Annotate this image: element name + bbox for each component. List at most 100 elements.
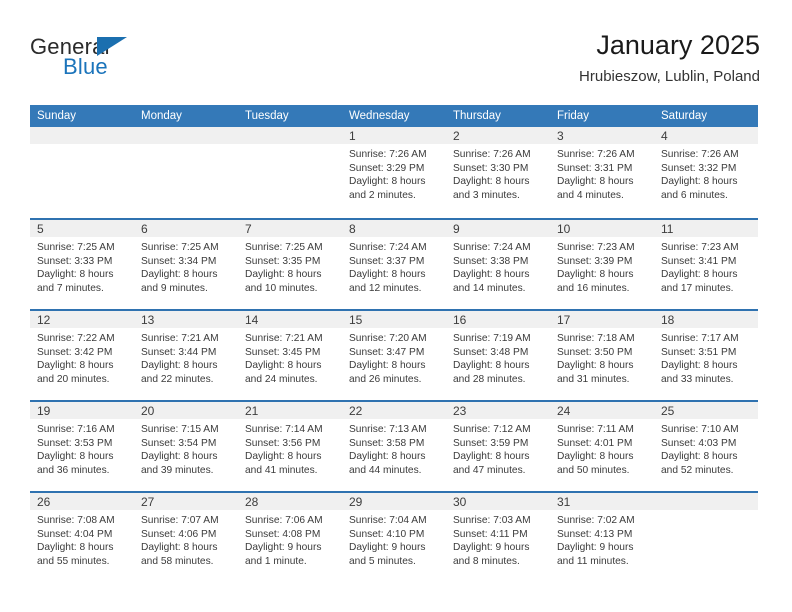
day-detail-line: and 44 minutes. bbox=[349, 464, 422, 476]
calendar-day-cell[interactable]: 5 Sunrise: 7:25 AM Sunset: 3:33 PM Daylight… bbox=[30, 220, 134, 309]
day-number-strip: 5 bbox=[30, 220, 134, 237]
day-detail-list: Sunrise: 7:10 AM Sunset: 4:03 PM Daylight:… bbox=[654, 419, 758, 477]
day-detail-line: Sunset: 3:33 PM bbox=[37, 255, 113, 267]
day-detail-line: Sunrise: 7:26 AM bbox=[349, 149, 427, 160]
calendar-day-cell[interactable]: 12 Sunrise: 7:22 AM Sunset: 3:42 PM Dayligh… bbox=[30, 311, 134, 400]
day-detail-line: Sunset: 3:47 PM bbox=[349, 346, 425, 358]
calendar-day-cell[interactable]: 28 Sunrise: 7:06 AM Sunset: 4:08 PM Dayligh… bbox=[238, 493, 342, 582]
day-number: 31 bbox=[557, 495, 571, 509]
day-detail-line: Daylight: 8 hours bbox=[557, 176, 634, 188]
day-detail-line: Daylight: 8 hours bbox=[349, 360, 426, 372]
day-detail-line: Daylight: 8 hours bbox=[141, 542, 218, 554]
calendar-day-cell[interactable]: 14 Sunrise: 7:21 AM Sunset: 3:45 PM Dayligh… bbox=[238, 311, 342, 400]
calendar-day-cell[interactable]: 27 Sunrise: 7:07 AM Sunset: 4:06 PM Dayligh… bbox=[134, 493, 238, 582]
day-number: 10 bbox=[557, 222, 571, 236]
day-detail-line: and 28 minutes. bbox=[453, 373, 526, 385]
day-detail-line: Sunrise: 7:21 AM bbox=[245, 333, 323, 344]
day-number: 2 bbox=[453, 129, 460, 143]
day-detail-line: Daylight: 8 hours bbox=[141, 360, 218, 372]
calendar-day-cell[interactable]: 11 Sunrise: 7:23 AM Sunset: 3:41 PM Dayligh… bbox=[654, 220, 758, 309]
day-number-strip: 17 bbox=[550, 311, 654, 328]
calendar-day-cell[interactable]: 30 Sunrise: 7:03 AM Sunset: 4:11 PM Dayligh… bbox=[446, 493, 550, 582]
calendar-day-cell[interactable]: 1 Sunrise: 7:26 AM Sunset: 3:29 PM Daylight… bbox=[342, 127, 446, 218]
day-detail-line: Sunrise: 7:25 AM bbox=[245, 242, 323, 253]
calendar-day-cell[interactable]: 31 Sunrise: 7:02 AM Sunset: 4:13 PM Dayligh… bbox=[550, 493, 654, 582]
calendar-day-cell[interactable]: 24 Sunrise: 7:11 AM Sunset: 4:01 PM Dayligh… bbox=[550, 402, 654, 491]
day-number-strip: 16 bbox=[446, 311, 550, 328]
day-detail-line: Sunset: 3:30 PM bbox=[453, 162, 529, 174]
day-detail-line: Sunset: 4:10 PM bbox=[349, 528, 425, 540]
day-detail-list: Sunrise: 7:26 AM Sunset: 3:29 PM Daylight:… bbox=[342, 144, 446, 202]
day-detail-line: Daylight: 9 hours bbox=[245, 542, 322, 554]
calendar-day-cell[interactable]: 10 Sunrise: 7:23 AM Sunset: 3:39 PM Dayligh… bbox=[550, 220, 654, 309]
calendar-day-cell[interactable]: 7 Sunrise: 7:25 AM Sunset: 3:35 PM Daylight… bbox=[238, 220, 342, 309]
day-detail-line: Sunset: 3:35 PM bbox=[245, 255, 321, 267]
calendar-day-cell[interactable]: 6 Sunrise: 7:25 AM Sunset: 3:34 PM Daylight… bbox=[134, 220, 238, 309]
day-detail-list: Sunrise: 7:13 AM Sunset: 3:58 PM Daylight:… bbox=[342, 419, 446, 477]
calendar-day-cell[interactable]: 20 Sunrise: 7:15 AM Sunset: 3:54 PM Dayligh… bbox=[134, 402, 238, 491]
calendar-day-cell[interactable]: 25 Sunrise: 7:10 AM Sunset: 4:03 PM Dayligh… bbox=[654, 402, 758, 491]
day-number: 15 bbox=[349, 313, 363, 327]
calendar-weeks: 1 Sunrise: 7:26 AM Sunset: 3:29 PM Daylight… bbox=[30, 127, 758, 582]
calendar-day-cell-empty bbox=[238, 127, 342, 218]
day-detail-line: Sunset: 4:08 PM bbox=[245, 528, 321, 540]
day-detail-line: Sunset: 3:39 PM bbox=[557, 255, 633, 267]
day-number: 9 bbox=[453, 222, 460, 236]
day-detail-list: Sunrise: 7:16 AM Sunset: 3:53 PM Daylight:… bbox=[30, 419, 134, 477]
day-detail-list: Sunrise: 7:24 AM Sunset: 3:38 PM Daylight:… bbox=[446, 237, 550, 295]
day-detail-line: Daylight: 8 hours bbox=[37, 451, 114, 463]
calendar-day-cell[interactable]: 23 Sunrise: 7:12 AM Sunset: 3:59 PM Dayligh… bbox=[446, 402, 550, 491]
day-number-strip bbox=[134, 127, 238, 144]
day-detail-line: Daylight: 8 hours bbox=[349, 269, 426, 281]
calendar-day-cell[interactable]: 19 Sunrise: 7:16 AM Sunset: 3:53 PM Dayligh… bbox=[30, 402, 134, 491]
page-header: General Blue January 2025 Hrubieszow, Lu… bbox=[30, 28, 760, 100]
weekday-header-thursday: Thursday bbox=[453, 110, 501, 122]
calendar-day-cell[interactable]: 9 Sunrise: 7:24 AM Sunset: 3:38 PM Daylight… bbox=[446, 220, 550, 309]
day-number: 19 bbox=[37, 404, 51, 418]
calendar-day-cell[interactable]: 4 Sunrise: 7:26 AM Sunset: 3:32 PM Daylight… bbox=[654, 127, 758, 218]
day-detail-line: Daylight: 9 hours bbox=[557, 542, 634, 554]
calendar-day-cell[interactable]: 21 Sunrise: 7:14 AM Sunset: 3:56 PM Dayligh… bbox=[238, 402, 342, 491]
calendar-page: General Blue January 2025 Hrubieszow, Lu… bbox=[0, 0, 792, 612]
day-detail-list: Sunrise: 7:26 AM Sunset: 3:30 PM Daylight:… bbox=[446, 144, 550, 202]
day-number: 30 bbox=[453, 495, 467, 509]
day-number: 8 bbox=[349, 222, 356, 236]
day-detail-line: Daylight: 8 hours bbox=[557, 269, 634, 281]
calendar-day-cell[interactable]: 2 Sunrise: 7:26 AM Sunset: 3:30 PM Daylight… bbox=[446, 127, 550, 218]
calendar-day-cell[interactable]: 13 Sunrise: 7:21 AM Sunset: 3:44 PM Dayligh… bbox=[134, 311, 238, 400]
day-number-strip: 3 bbox=[550, 127, 654, 144]
calendar-day-cell[interactable]: 16 Sunrise: 7:19 AM Sunset: 3:48 PM Dayligh… bbox=[446, 311, 550, 400]
day-number-strip: 30 bbox=[446, 493, 550, 510]
day-number: 27 bbox=[141, 495, 155, 509]
day-detail-line: and 31 minutes. bbox=[557, 373, 630, 385]
day-detail-line: Sunrise: 7:06 AM bbox=[245, 515, 323, 526]
day-detail-line: Sunset: 4:03 PM bbox=[661, 437, 737, 449]
day-detail-line: and 26 minutes. bbox=[349, 373, 422, 385]
day-detail-line: Sunrise: 7:22 AM bbox=[37, 333, 115, 344]
day-detail-line: Sunrise: 7:23 AM bbox=[661, 242, 739, 253]
day-detail-line: Sunrise: 7:20 AM bbox=[349, 333, 427, 344]
calendar-day-cell[interactable]: 3 Sunrise: 7:26 AM Sunset: 3:31 PM Daylight… bbox=[550, 127, 654, 218]
day-detail-line: Sunset: 3:53 PM bbox=[37, 437, 113, 449]
calendar-day-cell[interactable]: 29 Sunrise: 7:04 AM Sunset: 4:10 PM Dayligh… bbox=[342, 493, 446, 582]
day-number-strip bbox=[238, 127, 342, 144]
calendar-week-row: 26 Sunrise: 7:08 AM Sunset: 4:04 PM Dayligh… bbox=[30, 491, 758, 582]
calendar-day-cell[interactable]: 26 Sunrise: 7:08 AM Sunset: 4:04 PM Dayligh… bbox=[30, 493, 134, 582]
day-detail-line: and 20 minutes. bbox=[37, 373, 110, 385]
weekday-header-sunday: Sunday bbox=[37, 110, 77, 122]
general-blue-logo[interactable]: General Blue bbox=[30, 34, 170, 86]
calendar-day-cell[interactable]: 15 Sunrise: 7:20 AM Sunset: 3:47 PM Dayligh… bbox=[342, 311, 446, 400]
calendar-day-cell[interactable]: 22 Sunrise: 7:13 AM Sunset: 3:58 PM Dayligh… bbox=[342, 402, 446, 491]
day-detail-line: Sunrise: 7:26 AM bbox=[557, 149, 635, 160]
day-number: 22 bbox=[349, 404, 363, 418]
day-detail-list: Sunrise: 7:24 AM Sunset: 3:37 PM Daylight:… bbox=[342, 237, 446, 295]
day-detail-line: Daylight: 8 hours bbox=[245, 269, 322, 281]
day-detail-line: and 3 minutes. bbox=[453, 189, 520, 201]
calendar-day-cell[interactable]: 8 Sunrise: 7:24 AM Sunset: 3:37 PM Daylight… bbox=[342, 220, 446, 309]
day-detail-line: Daylight: 8 hours bbox=[245, 360, 322, 372]
title-block: January 2025 Hrubieszow, Lublin, Poland bbox=[579, 28, 760, 88]
calendar-day-cell[interactable]: 18 Sunrise: 7:17 AM Sunset: 3:51 PM Dayligh… bbox=[654, 311, 758, 400]
calendar-day-cell[interactable]: 17 Sunrise: 7:18 AM Sunset: 3:50 PM Dayligh… bbox=[550, 311, 654, 400]
day-detail-list: Sunrise: 7:21 AM Sunset: 3:45 PM Daylight:… bbox=[238, 328, 342, 386]
day-detail-line: Sunset: 3:44 PM bbox=[141, 346, 217, 358]
